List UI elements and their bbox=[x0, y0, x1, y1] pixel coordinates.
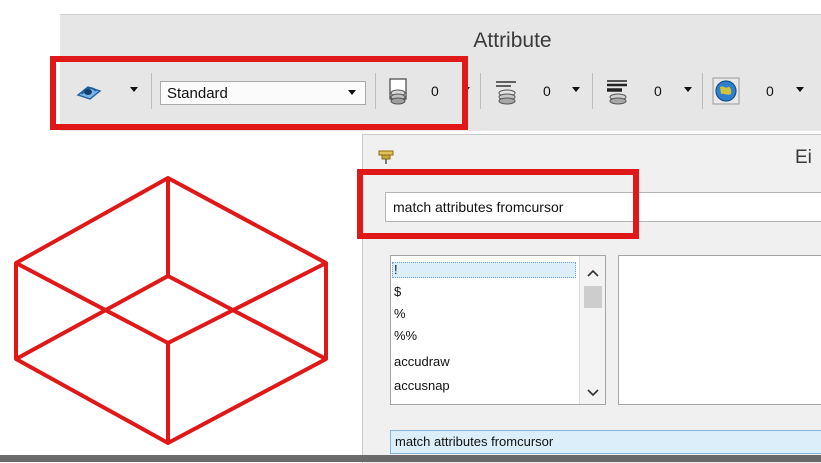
history-entry[interactable]: match attributes fromcursor bbox=[390, 430, 821, 454]
attribute-panel-title: Attribute bbox=[473, 29, 552, 52]
color-chevron-icon[interactable] bbox=[572, 87, 582, 95]
scroll-thumb[interactable] bbox=[584, 286, 602, 308]
command-preview-pane bbox=[618, 255, 821, 405]
pin-icon[interactable] bbox=[377, 149, 395, 165]
globe-value: 0 bbox=[766, 83, 774, 99]
globe-icon[interactable] bbox=[712, 77, 740, 105]
command-list-scrollbar[interactable] bbox=[579, 256, 605, 404]
toolbar-highlight-box bbox=[50, 56, 468, 130]
list-item[interactable]: $ bbox=[394, 284, 401, 300]
weight-value: 0 bbox=[654, 83, 662, 99]
color-value: 0 bbox=[543, 83, 551, 99]
list-item[interactable]: % bbox=[394, 306, 406, 322]
weight-chevron-icon[interactable] bbox=[684, 87, 694, 95]
scroll-up-arrow-icon[interactable] bbox=[587, 264, 599, 277]
list-item[interactable]: ! bbox=[394, 262, 398, 278]
history-entry-label: match attributes fromcursor bbox=[395, 434, 554, 449]
color-layers-icon[interactable] bbox=[493, 77, 519, 105]
box-wireframe-drawing bbox=[14, 176, 328, 445]
list-item[interactable]: accudraw bbox=[394, 354, 450, 370]
scroll-down-arrow-icon[interactable] bbox=[587, 384, 599, 397]
line-weight-icon[interactable] bbox=[604, 77, 630, 105]
list-item-selected-highlight bbox=[392, 262, 576, 278]
bottom-divider bbox=[0, 455, 821, 462]
list-item[interactable]: accusnap bbox=[394, 378, 450, 394]
command-list[interactable]: ! $ % %% accudraw accusnap bbox=[390, 255, 606, 405]
key-in-window-title: Ei bbox=[795, 147, 812, 168]
key-in-highlight-box bbox=[357, 169, 639, 239]
globe-chevron-icon[interactable] bbox=[796, 87, 806, 95]
list-item[interactable]: %% bbox=[394, 328, 417, 344]
